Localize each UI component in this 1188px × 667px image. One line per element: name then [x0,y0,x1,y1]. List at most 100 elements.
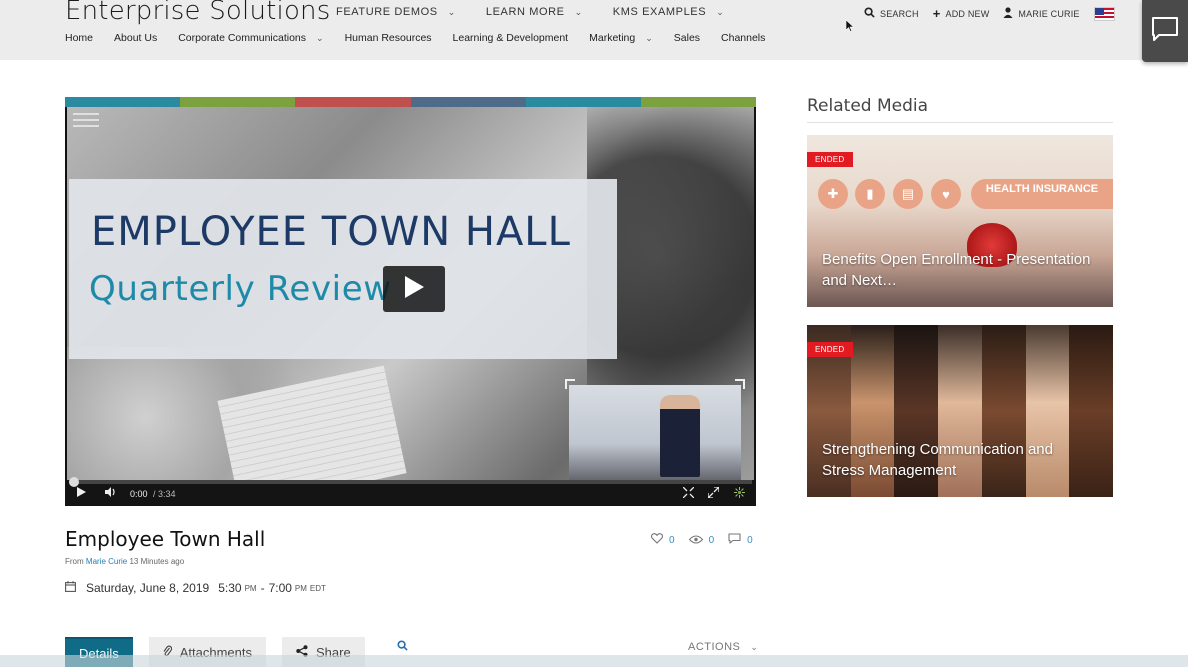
brand-logo[interactable]: Enterprise Solutions [65,0,330,26]
player-logo-icon [734,487,745,500]
nav-item-channels[interactable]: Channels [721,32,765,44]
calendar-icon [65,581,76,595]
related-media-card[interactable]: ENDED Strengthening Communication and St… [807,325,1113,497]
add-new-button[interactable]: + ADD NEW [933,6,990,21]
language-flag-icon[interactable] [1093,6,1115,21]
nav-label: About Us [114,32,158,44]
user-icon [1003,6,1013,21]
nav-item-corporate-communications[interactable]: Corporate Communications ⌄ [178,32,323,44]
divider [807,122,1113,123]
mouse-cursor-icon [845,19,855,35]
color-bar-segment [180,97,296,107]
video-frame[interactable]: EMPLOYEE TOWN HALL Quarterly Review [67,107,754,480]
event-start-period: PM [244,583,257,593]
nav-label: Channels [721,32,766,44]
page-bottom-bar [0,655,1188,667]
progress-handle[interactable] [69,477,79,487]
chevron-down-icon: ⌄ [447,6,456,17]
bottle-icon: ▮ [855,179,885,209]
from-label: From [65,557,84,566]
nav-label: Human Resources [344,32,432,44]
nav-item-marketing[interactable]: Marketing ⌄ [589,32,653,44]
search-button[interactable]: SEARCH [864,6,919,21]
actions-label: ACTIONS [688,641,741,653]
event-schedule: Saturday, June 8, 2019 5:30 PM - 7:00 PM… [65,581,326,595]
related-media-title: Strengthening Communication and Stress M… [822,441,1053,479]
search-label: SEARCH [880,8,919,19]
top-nav-kms-examples[interactable]: KMS EXAMPLES ⌄ [613,6,725,18]
nav-item-about-us[interactable]: About Us [114,32,157,44]
player-controls: 0:00 / 3:34 [65,477,756,506]
fullscreen-icon[interactable] [707,486,720,500]
event-date: Saturday, June 8, 2019 [86,581,210,595]
like-button[interactable]: 0 [650,533,675,547]
nav-item-human-resources[interactable]: Human Resources [345,32,432,44]
time-separator: - [260,581,265,595]
media-age: 13 Minutes ago [129,557,185,566]
event-start: 5:30 [218,581,242,595]
comment-icon [728,533,741,547]
user-name: MARIE CURIE [1018,8,1080,19]
chevron-down-icon: ⌄ [716,6,725,17]
chevron-down-icon: ⌄ [645,32,653,43]
top-nav: FEATURE DEMOS ⌄ LEARN MORE ⌄ KMS EXAMPLE… [336,6,754,18]
comment-count: 0 [747,534,753,546]
related-media-title: Benefits Open Enrollment - Presentation … [822,251,1091,289]
heart-icon [650,533,664,547]
nav-item-sales[interactable]: Sales [674,32,700,44]
progress-bar[interactable] [69,477,752,487]
nav-item-home[interactable]: Home [65,32,93,44]
chevron-down-icon: ⌄ [750,641,759,652]
volume-icon[interactable] [105,487,117,499]
media-stats: 0 0 0 [650,533,767,547]
actions-menu[interactable]: ACTIONS ⌄ [688,641,758,653]
pip-video [569,385,741,480]
duration: / 3:34 [153,489,176,499]
slide-title-card: EMPLOYEE TOWN HALL Quarterly Review [69,179,617,359]
event-end-period: PM [294,583,307,593]
slide-title: EMPLOYEE TOWN HALL [91,209,571,255]
chat-icon [1151,16,1179,47]
chevron-down-icon: ⌄ [574,6,583,17]
comments-button[interactable]: 0 [728,533,753,547]
nav-item-learning-development[interactable]: Learning & Development [453,32,569,44]
clipboard-icon: ▤ [893,179,923,209]
tab-search-icon[interactable] [397,640,408,654]
site-header: Enterprise Solutions FEATURE DEMOS ⌄ LEA… [0,0,1188,60]
color-bar-segment [640,97,756,107]
author-link[interactable]: Marie Curie [86,557,127,566]
like-count: 0 [669,534,675,546]
top-nav-learn-more[interactable]: LEARN MORE ⌄ [486,6,583,18]
related-media-card[interactable]: ✚ ▮ ▤ ♥ HEALTH INSURANCE ENDED Benefits … [807,135,1113,307]
view-count: 0 [708,534,715,546]
top-nav-feature-demos[interactable]: FEATURE DEMOS ⌄ [336,6,456,18]
fit-screen-icon[interactable] [682,486,695,500]
status-badge: ENDED [807,342,853,357]
player-color-bar [65,97,756,107]
search-icon [864,6,875,21]
top-nav-label: KMS EXAMPLES [612,6,707,18]
status-badge: ENDED [807,152,853,167]
color-bar-segment [410,97,526,107]
slide-subtitle: Quarterly Review [89,269,392,309]
eye-icon [688,533,703,547]
chat-button[interactable] [1142,0,1188,62]
color-bar-segment [295,97,411,107]
picture-in-picture[interactable] [565,379,745,480]
user-menu-button[interactable]: MARIE CURIE [1003,6,1080,21]
plus-icon: ✚ [818,179,848,209]
top-nav-label: LEARN MORE [485,6,565,18]
play-icon [403,275,425,304]
color-bar-segment [65,97,181,107]
player-menu-icon[interactable] [73,109,99,131]
category-nav: Home About Us Corporate Communications ⌄ … [65,32,786,44]
current-time: 0:00 [130,489,148,499]
event-end: 7:00 [268,581,292,595]
top-nav-label: FEATURE DEMOS [336,6,438,18]
video-player[interactable]: EMPLOYEE TOWN HALL Quarterly Review 0:00… [65,97,756,506]
nav-label: Home [65,32,94,44]
nav-label: Corporate Communications [178,32,307,44]
play-button[interactable] [383,266,445,312]
play-icon[interactable] [77,487,86,499]
heart-icon: ♥ [931,179,961,209]
